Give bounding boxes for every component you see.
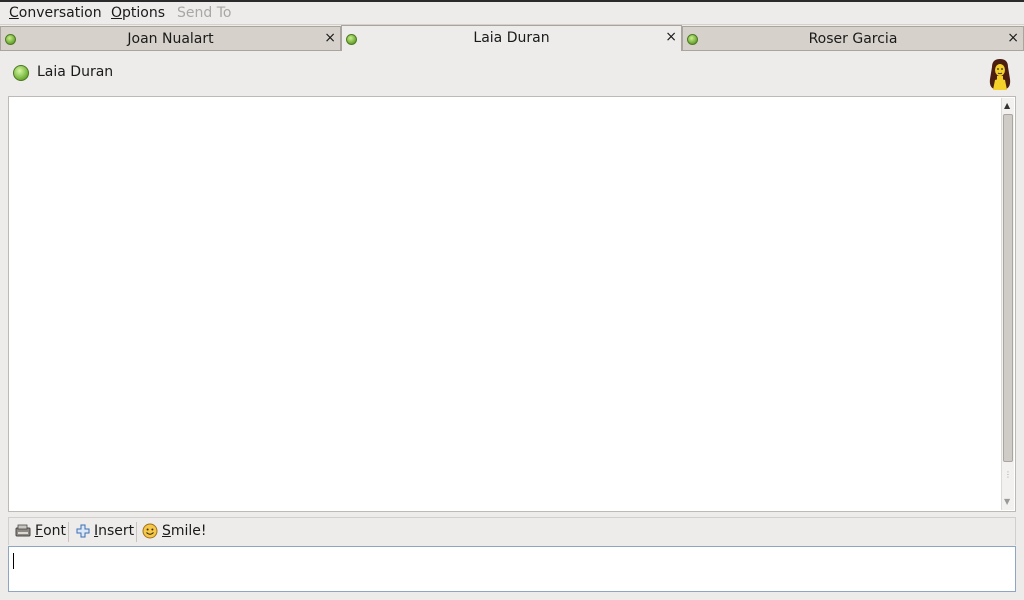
scrollbar-thumb[interactable] [1003,114,1013,462]
font-mnemonic: F [35,523,44,539]
tab-label: Laia Duran [473,30,550,46]
tab-label: Roser Garcia [808,31,898,47]
menu-send-to[interactable]: Send To [177,5,231,21]
menubar: Conversation Options Send To [0,2,1024,25]
menu-conversation[interactable]: Conversation [9,5,102,21]
font-button[interactable]: Font [15,523,66,539]
close-tab-icon[interactable]: × [1007,30,1019,46]
scroll-grip-icon: ⋮ [1004,470,1012,479]
conversation-header: Laia Duran [0,51,1024,95]
smiley-icon [142,523,158,539]
close-tab-icon[interactable]: × [665,29,677,45]
conversation-tabs: Joan Nualart × Laia Duran × Roser Garcia… [0,25,1024,51]
message-history[interactable]: ▲ ⋮ ▼ [8,96,1016,512]
insert-plus-icon [76,524,90,538]
toolbar-separator [68,522,69,542]
insert-label: nsert [98,523,135,539]
insert-button[interactable]: Insert [76,523,134,539]
menu-label: onversation [18,5,102,21]
history-scrollbar[interactable]: ▲ ⋮ ▼ [1001,98,1014,510]
buddy-avatar-icon[interactable] [986,57,1014,91]
smile-mnemonic: S [162,523,171,539]
menu-mnemonic: C [9,5,19,21]
tab-joan-nualart[interactable]: Joan Nualart × [0,26,341,51]
font-icon [15,524,31,537]
scroll-down-icon[interactable]: ▼ [1004,497,1010,506]
tab-roser-garcia[interactable]: Roser Garcia × [682,26,1024,51]
message-input[interactable] [8,546,1016,592]
toolbar-separator [136,522,137,542]
tab-laia-duran[interactable]: Laia Duran × [341,25,682,51]
smile-button[interactable]: Smile! [142,523,207,539]
smile-label: mile! [170,523,207,539]
tab-label: Joan Nualart [127,31,214,47]
menu-label: ptions [122,5,166,21]
font-label: ont [43,523,66,539]
menu-mnemonic: O [111,5,123,21]
format-toolbar: Font Insert Smile! [8,517,1016,545]
text-caret [13,553,14,569]
menu-options[interactable]: Options [111,5,165,21]
contact-name: Laia Duran [37,64,114,80]
online-status-icon [13,65,29,81]
close-tab-icon[interactable]: × [324,30,336,46]
scroll-up-icon[interactable]: ▲ [1004,101,1010,110]
